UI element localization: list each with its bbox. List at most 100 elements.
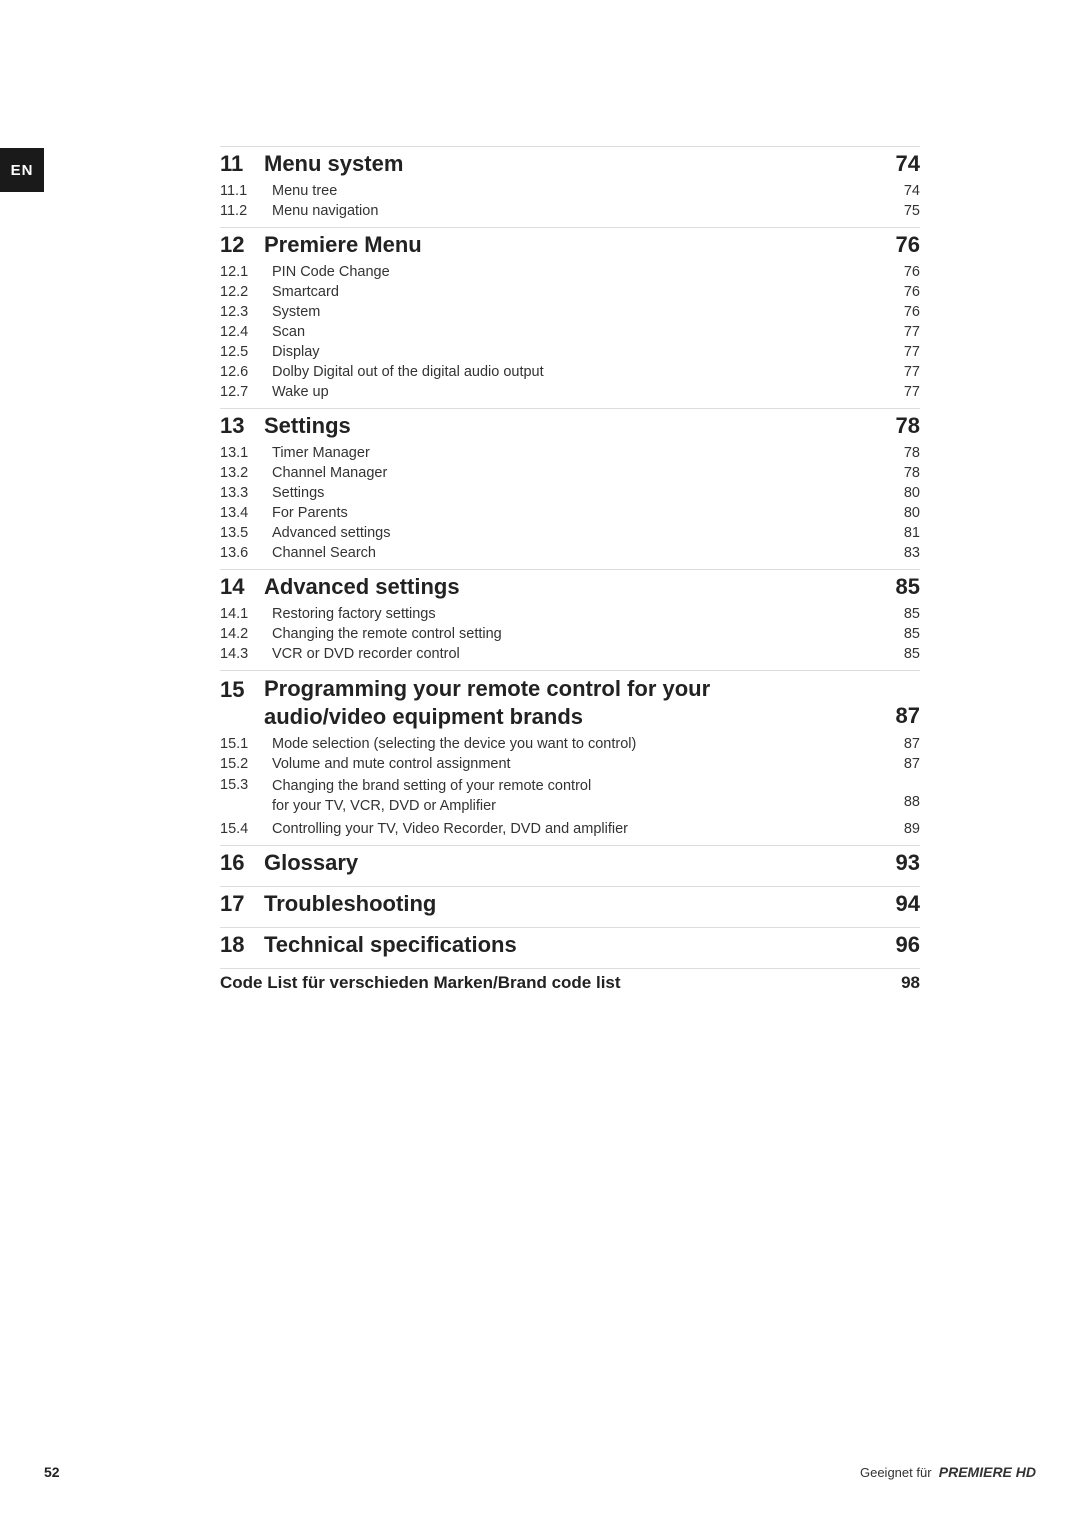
item-page: 80 <box>904 505 920 521</box>
toc-chapters: 11 Menu system 74 11.1 Menu tree 74 11.2… <box>220 146 920 664</box>
item-num: 15.3 <box>220 776 272 793</box>
item-title: Channel Search <box>272 545 376 561</box>
chapter-12-num: 12 <box>220 232 252 258</box>
chapter-15-items: 15.1 Mode selection (selecting the devic… <box>220 734 920 839</box>
item-title: Changing the brand setting of your remot… <box>272 776 591 817</box>
toc-chapter-16: 16 Glossary 93 <box>220 845 920 880</box>
item-title: Menu tree <box>272 183 337 199</box>
item-title: Settings <box>272 485 324 501</box>
item-num: 14.1 <box>220 606 272 622</box>
item-title: Changing the remote control setting <box>272 626 502 642</box>
toc-chapter-15: 15 Programming your remote control for y… <box>220 670 920 734</box>
item-num: 13.4 <box>220 505 272 521</box>
item-page: 76 <box>904 304 920 320</box>
language-label: EN <box>11 162 34 179</box>
toc-chapter-11: 11 Menu system 74 <box>220 146 920 181</box>
toc-item-11-1: 11.1 Menu tree 74 <box>220 181 920 201</box>
chapter-13-title: Settings <box>264 413 351 439</box>
toc-item-14-1: 14.1 Restoring factory settings 85 <box>220 604 920 624</box>
toc-item-15-1: 15.1 Mode selection (selecting the devic… <box>220 734 920 754</box>
item-num: 14.3 <box>220 646 272 662</box>
chapter-16-title: Glossary <box>264 850 358 876</box>
item-num: 11.1 <box>220 183 272 199</box>
item-title: VCR or DVD recorder control <box>272 646 460 662</box>
item-page: 88 <box>904 776 920 810</box>
item-page: 76 <box>904 284 920 300</box>
item-title: PIN Code Change <box>272 264 390 280</box>
toc-item-12-2: 12.2 Smartcard 76 <box>220 282 920 302</box>
item-num: 13.3 <box>220 485 272 501</box>
toc-item-14-3: 14.3 VCR or DVD recorder control 85 <box>220 644 920 664</box>
chapter-13-page: 78 <box>896 413 920 439</box>
chapter-11-num: 11 <box>220 151 252 177</box>
item-page: 77 <box>904 344 920 360</box>
chapter-18-page: 96 <box>896 932 920 958</box>
item-page: 77 <box>904 384 920 400</box>
chapter-15-title-line1: Programming your remote control for your <box>264 676 710 701</box>
language-tab: EN <box>0 148 44 192</box>
item-title: Restoring factory settings <box>272 606 436 622</box>
toc-chapter-18: 18 Technical specifications 96 <box>220 927 920 962</box>
toc-item-15-2: 15.2 Volume and mute control assignment … <box>220 754 920 774</box>
toc-item-13-3: 13.3 Settings 80 <box>220 483 920 503</box>
footer-brand-name: PREMIERE HD <box>939 1464 1036 1480</box>
item-num: 13.6 <box>220 545 272 561</box>
chapter-12-page: 76 <box>896 232 920 258</box>
item-page: 76 <box>904 264 920 280</box>
toc-content: 11 Menu system 74 11.1 Menu tree 74 11.2… <box>220 140 920 997</box>
item-title: Mode selection (selecting the device you… <box>272 736 636 752</box>
toc-item-12-3: 12.3 System 76 <box>220 302 920 322</box>
chapter-14-page: 85 <box>896 574 920 600</box>
chapter-16-page: 93 <box>896 850 920 876</box>
item-num: 13.1 <box>220 445 272 461</box>
item-title: Controlling your TV, Video Recorder, DVD… <box>272 821 628 837</box>
item-page: 74 <box>904 183 920 199</box>
toc-item-15-4: 15.4 Controlling your TV, Video Recorder… <box>220 819 920 839</box>
toc-item-14-2: 14.2 Changing the remote control setting… <box>220 624 920 644</box>
toc-item-13-4: 13.4 For Parents 80 <box>220 503 920 523</box>
item-page: 77 <box>904 324 920 340</box>
item-num: 15.1 <box>220 736 272 752</box>
toc-item-13-1: 13.1 Timer Manager 78 <box>220 443 920 463</box>
toc-item-13-5: 13.5 Advanced settings 81 <box>220 523 920 543</box>
item-page: 81 <box>904 525 920 541</box>
item-num: 13.2 <box>220 465 272 481</box>
toc-item-13-2: 13.2 Channel Manager 78 <box>220 463 920 483</box>
chapter-18-title: Technical specifications <box>264 932 517 958</box>
item-page: 87 <box>904 756 920 772</box>
item-num: 12.5 <box>220 344 272 360</box>
item-num: 12.4 <box>220 324 272 340</box>
item-title: Channel Manager <box>272 465 387 481</box>
item-title: Display <box>272 344 320 360</box>
item-title: Menu navigation <box>272 203 378 219</box>
item-page: 85 <box>904 626 920 642</box>
chapter-15-title: Programming your remote control for your… <box>264 675 710 730</box>
toc-item-12-7: 12.7 Wake up 77 <box>220 382 920 402</box>
item-title: Smartcard <box>272 284 339 300</box>
item-title: System <box>272 304 320 320</box>
chapter-14-title: Advanced settings <box>264 574 460 600</box>
toc-item-12-5: 12.5 Display 77 <box>220 342 920 362</box>
toc-chapter-13: 13 Settings 78 <box>220 408 920 443</box>
item-page: 80 <box>904 485 920 501</box>
toc-item-13-6: 13.6 Channel Search 83 <box>220 543 920 563</box>
item-num: 12.3 <box>220 304 272 320</box>
code-list-page: 98 <box>901 973 920 993</box>
chapter-15-page: 87 <box>896 675 920 729</box>
item-num: 11.2 <box>220 203 272 219</box>
item-title: Dolby Digital out of the digital audio o… <box>272 364 544 380</box>
toc-item-12-6: 12.6 Dolby Digital out of the digital au… <box>220 362 920 382</box>
footer: 52 Geeignet für PREMIERE HD <box>0 1464 1080 1480</box>
chapter-18-num: 18 <box>220 932 252 958</box>
item-page: 83 <box>904 545 920 561</box>
item-num: 13.5 <box>220 525 272 541</box>
item-page: 75 <box>904 203 920 219</box>
toc-item-12-1: 12.1 PIN Code Change 76 <box>220 262 920 282</box>
item-title: Scan <box>272 324 305 340</box>
chapter-12-title: Premiere Menu <box>264 232 422 258</box>
chapter-15-num: 15 <box>220 675 252 703</box>
item-page: 85 <box>904 646 920 662</box>
footer-page-number: 52 <box>44 1464 60 1480</box>
footer-brand-prefix: Geeignet für <box>860 1465 932 1480</box>
item-num: 12.2 <box>220 284 272 300</box>
